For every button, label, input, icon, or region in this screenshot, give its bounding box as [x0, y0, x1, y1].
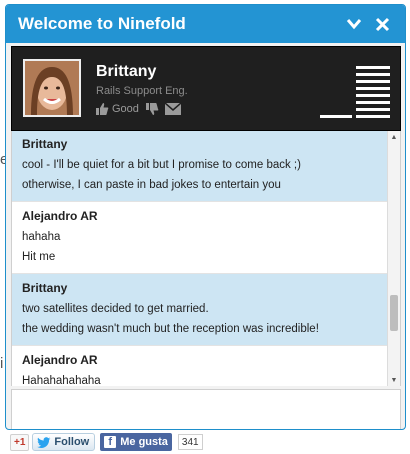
- message-line: Hit me: [22, 251, 56, 263]
- scroll-down-arrow-icon[interactable]: ▼: [388, 374, 400, 386]
- chat-widget: Welcome to Ninefold Brittany Rails Suppo…: [5, 4, 406, 430]
- chat-message: Brittany cool - I'll be quiet for a bit …: [12, 131, 400, 202]
- facebook-icon: f: [104, 436, 117, 448]
- message-author: Alejandro AR: [22, 353, 98, 367]
- signal-bars-icon: [320, 66, 392, 127]
- message-line: two satellites decided to get married.: [22, 303, 209, 315]
- message-author: Brittany: [22, 281, 68, 295]
- message-line: hahaha: [22, 231, 61, 243]
- chevron-down-icon[interactable]: [343, 13, 365, 35]
- twitter-follow-label: Follow: [54, 436, 90, 448]
- twitter-follow-button[interactable]: Follow: [32, 433, 96, 451]
- message-line: Hahahahahaha: [22, 375, 101, 386]
- message-line: cool - I'll be quiet for a bit but I pro…: [22, 159, 301, 171]
- page: e i Welcome to Ninefold: [0, 0, 410, 454]
- chat-header[interactable]: Welcome to Ninefold: [6, 5, 405, 43]
- agent-panel: Brittany Rails Support Eng. Good: [11, 46, 401, 131]
- facebook-like-label: Me gusta: [120, 436, 168, 448]
- thumbs-up-icon: [96, 103, 109, 115]
- rate-good-button[interactable]: Good: [95, 102, 139, 116]
- background-text-fragment: i: [0, 355, 4, 372]
- message-input[interactable]: [11, 389, 401, 429]
- scroll-up-arrow-icon[interactable]: ▲: [388, 131, 400, 143]
- close-icon[interactable]: [371, 13, 393, 35]
- twitter-bird-icon: [37, 436, 51, 448]
- rating-controls: Good: [95, 102, 187, 116]
- message-author: Brittany: [22, 137, 68, 151]
- transcript-scrollbar[interactable]: ▲ ▼: [387, 131, 400, 386]
- rate-bad-button[interactable]: [145, 102, 159, 116]
- message-line: the wedding wasn't much but the receptio…: [22, 323, 319, 335]
- agent-avatar: [23, 59, 81, 117]
- chat-message: Alejandro AR Hahahahahaha: [12, 346, 400, 386]
- message-author: Alejandro AR: [22, 209, 98, 223]
- chat-message: Brittany two satellites decided to get m…: [12, 274, 400, 346]
- google-plus-button[interactable]: +1: [10, 433, 30, 451]
- thumbs-down-icon: [145, 103, 159, 115]
- agent-role: Rails Support Eng.: [96, 85, 188, 97]
- facebook-like-button[interactable]: f Me gusta: [100, 433, 172, 451]
- scrollbar-thumb[interactable]: [390, 295, 398, 331]
- rate-good-label: Good: [112, 103, 139, 115]
- agent-name: Brittany: [96, 63, 157, 80]
- envelope-icon: [164, 103, 181, 115]
- social-buttons: +1 Follow f Me gusta 341: [10, 433, 203, 451]
- chat-transcript[interactable]: Brittany cool - I'll be quiet for a bit …: [11, 131, 401, 386]
- facebook-like-count: 341: [177, 434, 203, 450]
- email-transcript-button[interactable]: [164, 103, 181, 115]
- chat-message: Alejandro AR hahaha Hit me: [12, 202, 400, 274]
- message-line: otherwise, I can paste in bad jokes to e…: [22, 179, 281, 191]
- chat-title: Welcome to Ninefold: [18, 14, 186, 33]
